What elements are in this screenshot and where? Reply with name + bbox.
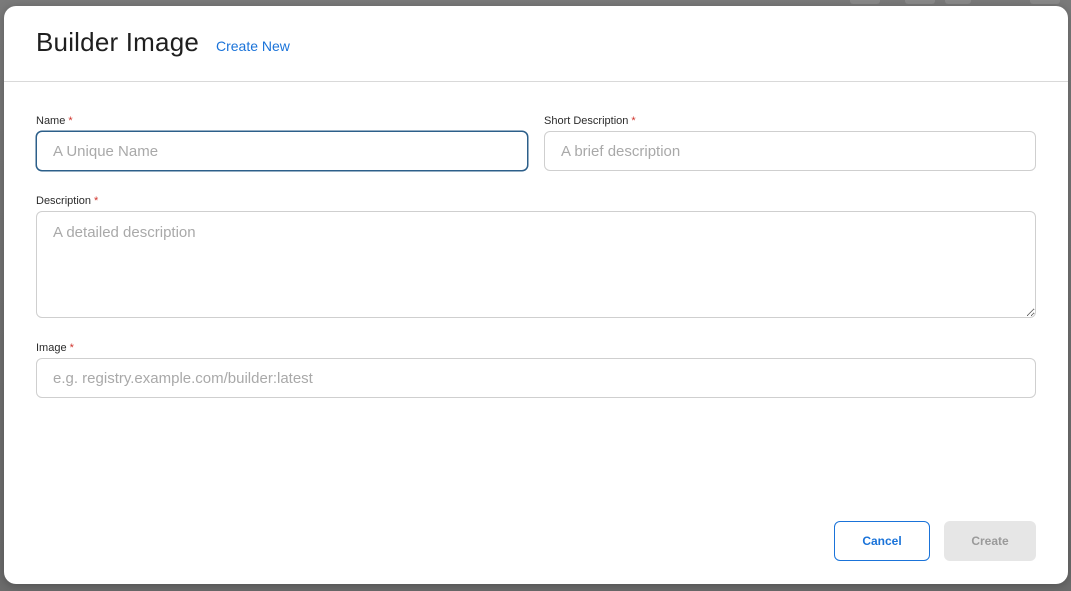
- description-label-text: Description: [36, 195, 92, 207]
- required-marker: *: [69, 342, 74, 354]
- short-description-label-text: Short Description: [544, 115, 629, 127]
- name-label: Name *: [36, 115, 73, 127]
- background-element: [905, 0, 935, 4]
- required-marker: *: [631, 115, 636, 127]
- short-description-input[interactable]: [544, 131, 1036, 171]
- background-element: [850, 0, 880, 4]
- description-textarea[interactable]: [36, 211, 1036, 318]
- image-label-text: Image: [36, 342, 67, 354]
- required-marker: *: [68, 115, 73, 127]
- name-label-text: Name: [36, 115, 66, 127]
- background-element: [1030, 0, 1060, 4]
- dialog-header: Builder Image Create New: [4, 6, 1068, 82]
- image-label: Image *: [36, 342, 74, 354]
- dialog-title: Builder Image: [36, 27, 200, 57]
- image-input[interactable]: [36, 358, 1036, 398]
- short-description-label: Short Description *: [544, 115, 636, 127]
- description-label: Description *: [36, 195, 98, 207]
- required-marker: *: [94, 195, 99, 207]
- create-button[interactable]: Create: [944, 521, 1036, 561]
- builder-image-dialog: Builder Image Create New Name* Short Des…: [4, 6, 1068, 584]
- background-element: [945, 0, 971, 4]
- name-input[interactable]: [36, 131, 528, 171]
- create-new-link[interactable]: Create New: [216, 38, 290, 54]
- cancel-button[interactable]: Cancel: [834, 521, 930, 561]
